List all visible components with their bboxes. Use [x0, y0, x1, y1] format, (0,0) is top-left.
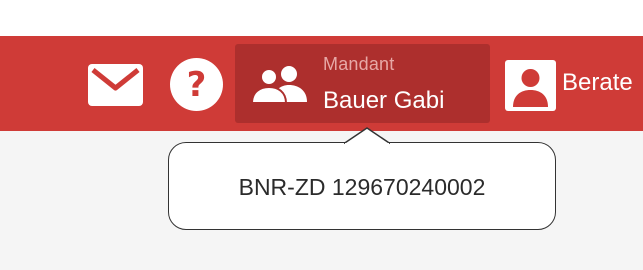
help-icon[interactable]: ? [170, 58, 223, 111]
svg-text:?: ? [187, 65, 207, 105]
top-strip [0, 0, 643, 36]
tooltip: BNR-ZD 129670240002 [168, 142, 556, 230]
mandant-selector[interactable]: Mandant Bauer Gabi [235, 44, 490, 123]
user-icon[interactable] [505, 60, 556, 111]
mandant-label: Mandant [323, 54, 395, 74]
people-icon [251, 66, 307, 104]
berater-label[interactable]: Berate [562, 69, 633, 97]
tooltip-arrow [344, 127, 390, 145]
mandant-name: Bauer Gabi [323, 87, 445, 114]
tooltip-text: BNR-ZD 129670240002 [238, 174, 486, 200]
mail-icon[interactable] [88, 64, 143, 106]
